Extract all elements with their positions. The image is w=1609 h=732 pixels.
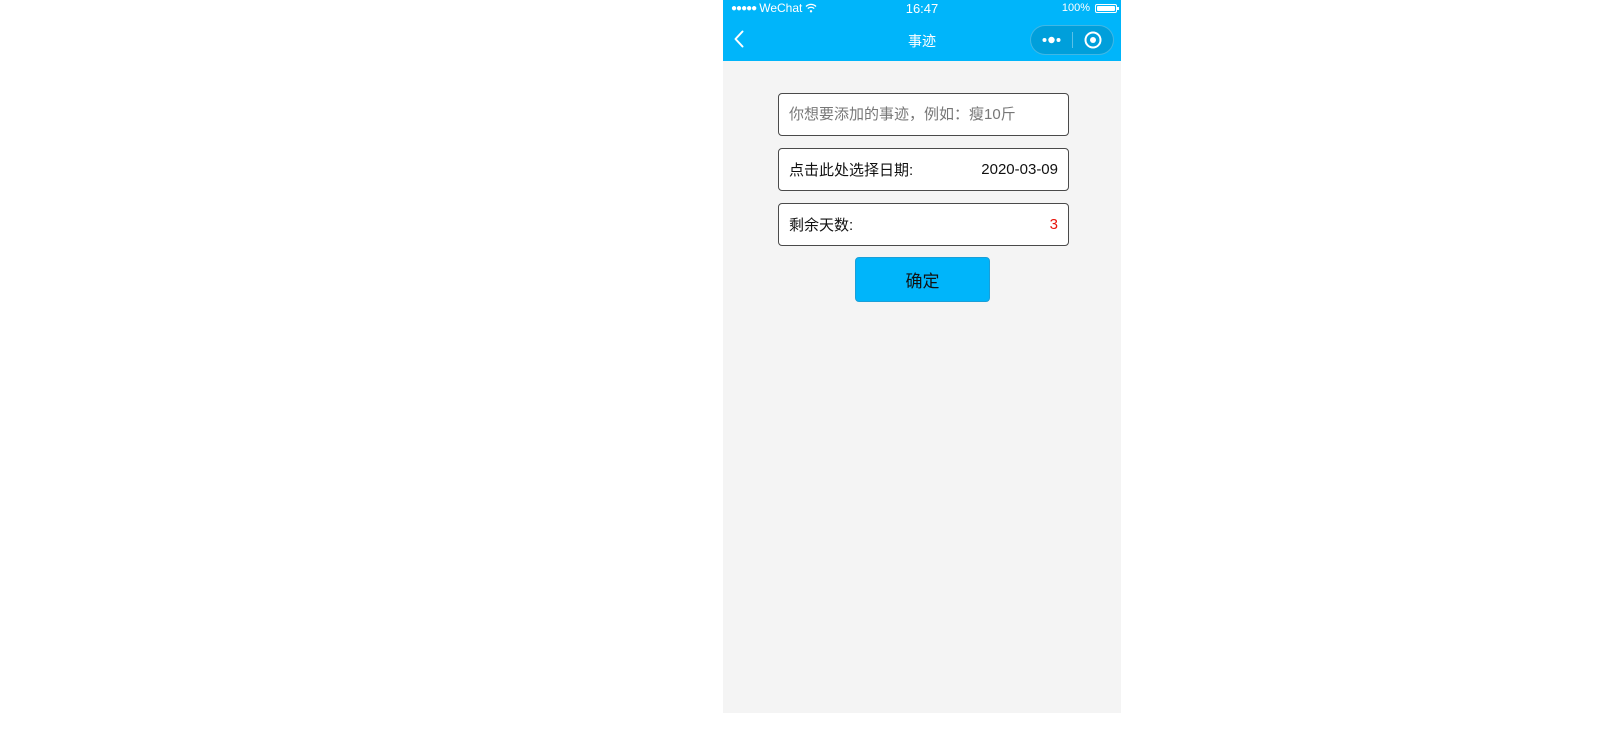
event-input[interactable] (789, 106, 1058, 123)
battery-percent: 100% (1061, 2, 1090, 14)
battery-level (1097, 5, 1115, 11)
date-picker[interactable]: 点击此处选择日期: 2020-03-09 (778, 148, 1069, 191)
mini-program-capsule (1030, 25, 1114, 55)
status-bar: ●●●●● WeChat 16:47 100% (723, 0, 1121, 18)
date-picker-label: 点击此处选择日期: (789, 162, 914, 179)
confirm-button[interactable]: 确定 (855, 257, 990, 302)
battery-icon (1095, 3, 1119, 13)
event-input-box (778, 93, 1069, 136)
date-picker-value: 2020-03-09 (981, 161, 1058, 178)
remaining-days-label: 剩余天数: (789, 217, 854, 234)
remaining-days-value: 3 (1049, 216, 1058, 233)
phone-screen: ●●●●● WeChat 16:47 100% 事迹 你想要添加的事迹，例如：瘦… (723, 0, 1121, 713)
navigation-bar: 事迹 (723, 18, 1121, 61)
header: ●●●●● WeChat 16:47 100% 事迹 (723, 0, 1121, 61)
target-circle-icon[interactable] (1073, 26, 1114, 54)
more-dots-icon[interactable] (1031, 26, 1072, 54)
battery-status: 100% (1061, 2, 1119, 14)
remaining-days-box: 剩余天数: 3 (778, 203, 1069, 246)
